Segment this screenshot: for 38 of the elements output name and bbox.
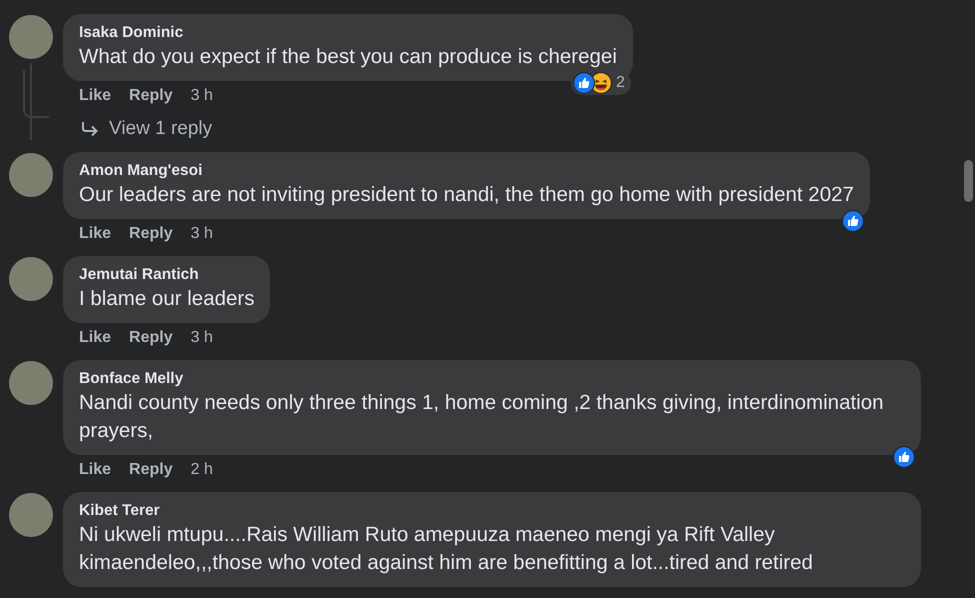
avatar[interactable] bbox=[9, 361, 53, 405]
reply-arrow-icon bbox=[81, 121, 99, 137]
comment-time[interactable]: 3 h bbox=[190, 224, 213, 244]
comment-author[interactable]: Bonface Melly bbox=[79, 369, 905, 389]
thumbs-up-icon bbox=[572, 72, 595, 94]
comment-action-link[interactable]: Like bbox=[79, 224, 112, 244]
reaction-icon-group[interactable] bbox=[893, 446, 915, 468]
comment-time[interactable]: 3 h bbox=[190, 328, 213, 348]
comment-action-link[interactable]: Reply bbox=[129, 328, 173, 348]
comment-time[interactable]: 2 h bbox=[190, 460, 213, 480]
avatar[interactable] bbox=[9, 493, 53, 537]
comment-action-link[interactable]: Reply bbox=[129, 224, 173, 244]
comment-author[interactable]: Jemutai Rantich bbox=[79, 265, 254, 285]
comment-text: What do you expect if the best you can produce is cheregei bbox=[79, 44, 617, 70]
comment-author[interactable]: Isaka Dominic bbox=[79, 23, 617, 43]
comment-action-link[interactable]: Reply bbox=[129, 460, 173, 480]
avatar[interactable] bbox=[9, 15, 53, 59]
comment-text: Our leaders are not inviting president to nandi, the them go home with president 2027 bbox=[79, 182, 854, 208]
comment-text: Nandi county needs only three things 1, home coming ,2 thanks giving, interdinomination prayers, bbox=[79, 390, 885, 444]
comment-action-link[interactable]: Reply bbox=[129, 86, 173, 106]
comment-text: Ni ukweli mtupu....Rais William Ruto amepuuza maeneo mengi ya Rift Valley kimaendeleo,,,those who voted against him are benefitting a lot...tired and retired bbox=[79, 522, 814, 576]
thread-connector bbox=[23, 70, 49, 118]
thumbs-up-icon bbox=[842, 210, 864, 232]
avatar[interactable] bbox=[9, 257, 53, 301]
thumbs-up-icon bbox=[893, 446, 915, 468]
comment-author[interactable]: Amon Mang'esoi bbox=[79, 161, 854, 181]
scrollbar-thumb[interactable] bbox=[964, 160, 973, 202]
comment-action-link[interactable]: Like bbox=[79, 86, 112, 106]
comment-action-link[interactable]: Like bbox=[79, 328, 112, 348]
comment-author[interactable]: Kibet Terer bbox=[79, 501, 905, 521]
comment-action-link[interactable]: Like bbox=[79, 460, 112, 480]
reaction-badge[interactable]: 2 bbox=[570, 71, 631, 95]
view-replies-link[interactable]: View 1 reply bbox=[63, 106, 212, 140]
reaction-count: 2 bbox=[616, 74, 625, 92]
comment-time[interactable]: 3 h bbox=[190, 86, 213, 106]
reaction-icon-group[interactable] bbox=[842, 210, 864, 232]
comment-text: I blame our leaders bbox=[79, 286, 254, 312]
avatar[interactable] bbox=[9, 153, 53, 197]
